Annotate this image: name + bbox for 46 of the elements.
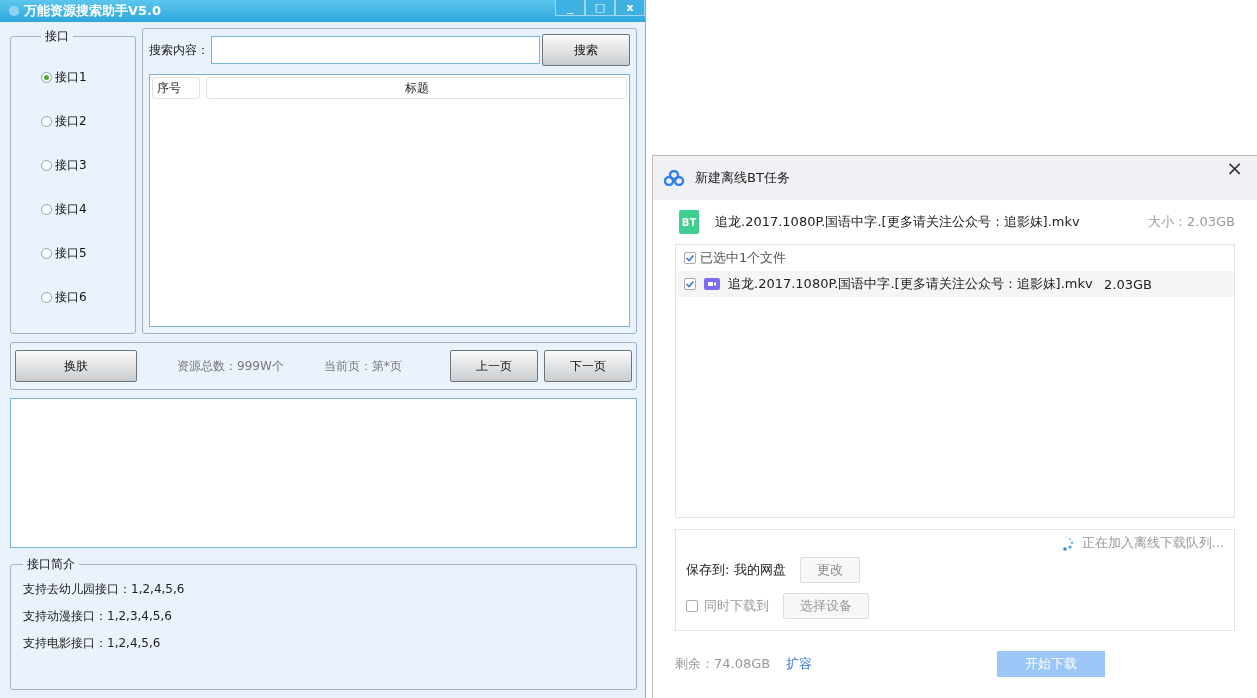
radio-indicator[interactable] xyxy=(41,159,52,171)
radio-option[interactable]: 接口2 xyxy=(41,113,87,129)
radio-option[interactable]: 接口3 xyxy=(41,157,87,173)
file-size: 2.03GB xyxy=(1104,276,1152,292)
total-count: 资源总数：999W个 xyxy=(177,357,284,375)
close-button[interactable]: × xyxy=(1222,158,1247,178)
intro-line: 支持动漫接口：1,2,3,4,5,6 xyxy=(23,608,173,625)
search-button[interactable]: 搜索 xyxy=(542,34,630,66)
dialog-title: 新建离线BT任务 xyxy=(695,169,791,187)
cloud-logo-icon xyxy=(663,170,685,186)
next-page-button[interactable]: 下一页 xyxy=(544,350,632,382)
intro-line: 支持去幼儿园接口：1,2,4,5,6 xyxy=(23,581,186,598)
save-location: 保存到: 我的网盘 xyxy=(686,561,786,579)
prev-page-button[interactable]: 上一页 xyxy=(450,350,538,382)
search-field[interactable] xyxy=(211,36,540,64)
file-row[interactable]: 追龙.2017.1080P.国语中字.[更多请关注公众号：追影妹].mkv 2.03GB xyxy=(676,271,1234,297)
radio-indicator[interactable] xyxy=(41,115,52,127)
search-label: 搜索内容： xyxy=(149,41,209,59)
group-title: 接口简介 xyxy=(26,556,76,573)
radio-option[interactable]: 接口6 xyxy=(41,289,87,305)
torrent-name: 追龙.2017.1080P.国语中字.[更多请关注公众号：追影妹].mkv xyxy=(715,213,1081,231)
bt-file-icon: BT xyxy=(679,210,699,234)
radio-indicator[interactable] xyxy=(41,247,52,259)
skin-button[interactable]: 换肤 xyxy=(15,350,137,382)
radio-indicator[interactable] xyxy=(41,203,52,215)
torrent-size: 大小：2.03GB xyxy=(1148,213,1235,231)
status-text: 正在加入离线下载队列... xyxy=(1081,534,1224,552)
window-title: 万能资源搜索助手V5.0 xyxy=(24,2,163,20)
group-title: 接口 xyxy=(44,28,70,45)
selected-count: 已选中1个文件 xyxy=(700,249,787,267)
radio-option[interactable]: 接口5 xyxy=(41,245,87,261)
radio-indicator[interactable] xyxy=(41,291,52,303)
radio-option[interactable]: 接口4 xyxy=(41,201,87,217)
video-icon xyxy=(704,278,720,290)
select-all-checkbox[interactable] xyxy=(684,252,696,264)
radio-option[interactable]: 接口1 xyxy=(41,69,87,85)
column-header[interactable]: 序号 xyxy=(152,77,200,99)
file-name: 追龙.2017.1080P.国语中字.[更多请关注公众号：追影妹].mkv xyxy=(728,275,1094,293)
current-page: 当前页：第*页 xyxy=(323,357,402,375)
column-header[interactable]: 标题 xyxy=(206,77,627,99)
radio-indicator[interactable] xyxy=(41,71,52,83)
app-icon xyxy=(8,5,20,17)
expand-link[interactable]: 扩容 xyxy=(786,655,813,673)
file-checkbox[interactable] xyxy=(684,278,696,290)
intro-line: 支持电影接口：1,2,4,5,6 xyxy=(23,635,162,652)
remaining-space: 剩余：74.08GB xyxy=(675,655,771,673)
